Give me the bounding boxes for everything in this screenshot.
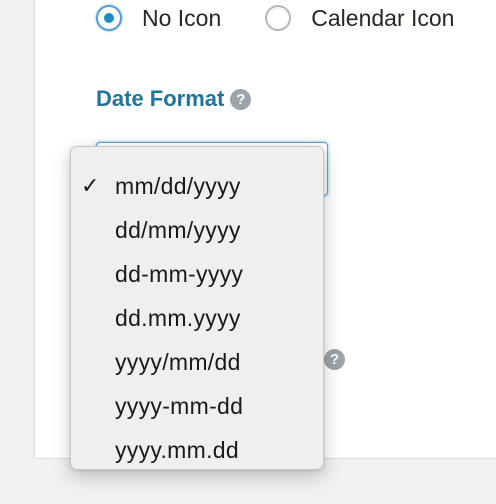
dropdown-option-yyyy-mm-dd-dash[interactable]: yyyy-mm-dd [71,384,323,428]
date-format-label: Date Format [96,86,225,111]
radio-button-calendar-icon[interactable] [265,5,292,31]
date-format-dropdown-menu: ✓ mm/dd/yyyy dd/mm/yyyy dd-mm-yyyy dd.mm… [70,146,324,470]
dropdown-option-label: dd.mm.yyyy [115,305,241,331]
icon-type-radio-group: No Icon Calendar Icon [96,0,454,36]
dropdown-option-label: mm/dd/yyyy [115,173,241,199]
radio-label-no-icon: No Icon [142,4,222,31]
dropdown-option-label: yyyy.mm.dd [115,437,239,463]
radio-button-no-icon[interactable] [96,5,122,31]
date-format-heading: Date Format ? [96,86,252,112]
dropdown-option-yyyy-mm-dd-dot[interactable]: yyyy.mm.dd [71,428,323,472]
help-icon[interactable]: ? [324,349,345,370]
dropdown-option-label: dd/mm/yyyy [115,217,241,243]
dropdown-option-yyyy-mm-dd-slash[interactable]: yyyy/mm/dd [71,340,323,384]
radio-option-no-icon[interactable]: No Icon [96,5,221,32]
help-icon[interactable]: ? [230,88,252,110]
dropdown-option-dd-mm-yyyy-slash[interactable]: dd/mm/yyyy [71,208,323,252]
dropdown-option-dd-mm-yyyy-dash[interactable]: dd-mm-yyyy [71,252,323,296]
dropdown-option-dd-mm-yyyy-dot[interactable]: dd.mm.yyyy [71,296,323,340]
dropdown-option-label: dd-mm-yyyy [115,261,244,287]
dropdown-option-label: yyyy-mm-dd [115,393,244,419]
dropdown-option-mm-dd-yyyy[interactable]: ✓ mm/dd/yyyy [71,164,323,208]
radio-label-calendar-icon: Calendar Icon [311,4,455,31]
radio-option-calendar-icon[interactable]: Calendar Icon [265,5,454,32]
dropdown-option-label: yyyy/mm/dd [115,349,241,375]
checkmark-icon: ✓ [81,173,100,198]
